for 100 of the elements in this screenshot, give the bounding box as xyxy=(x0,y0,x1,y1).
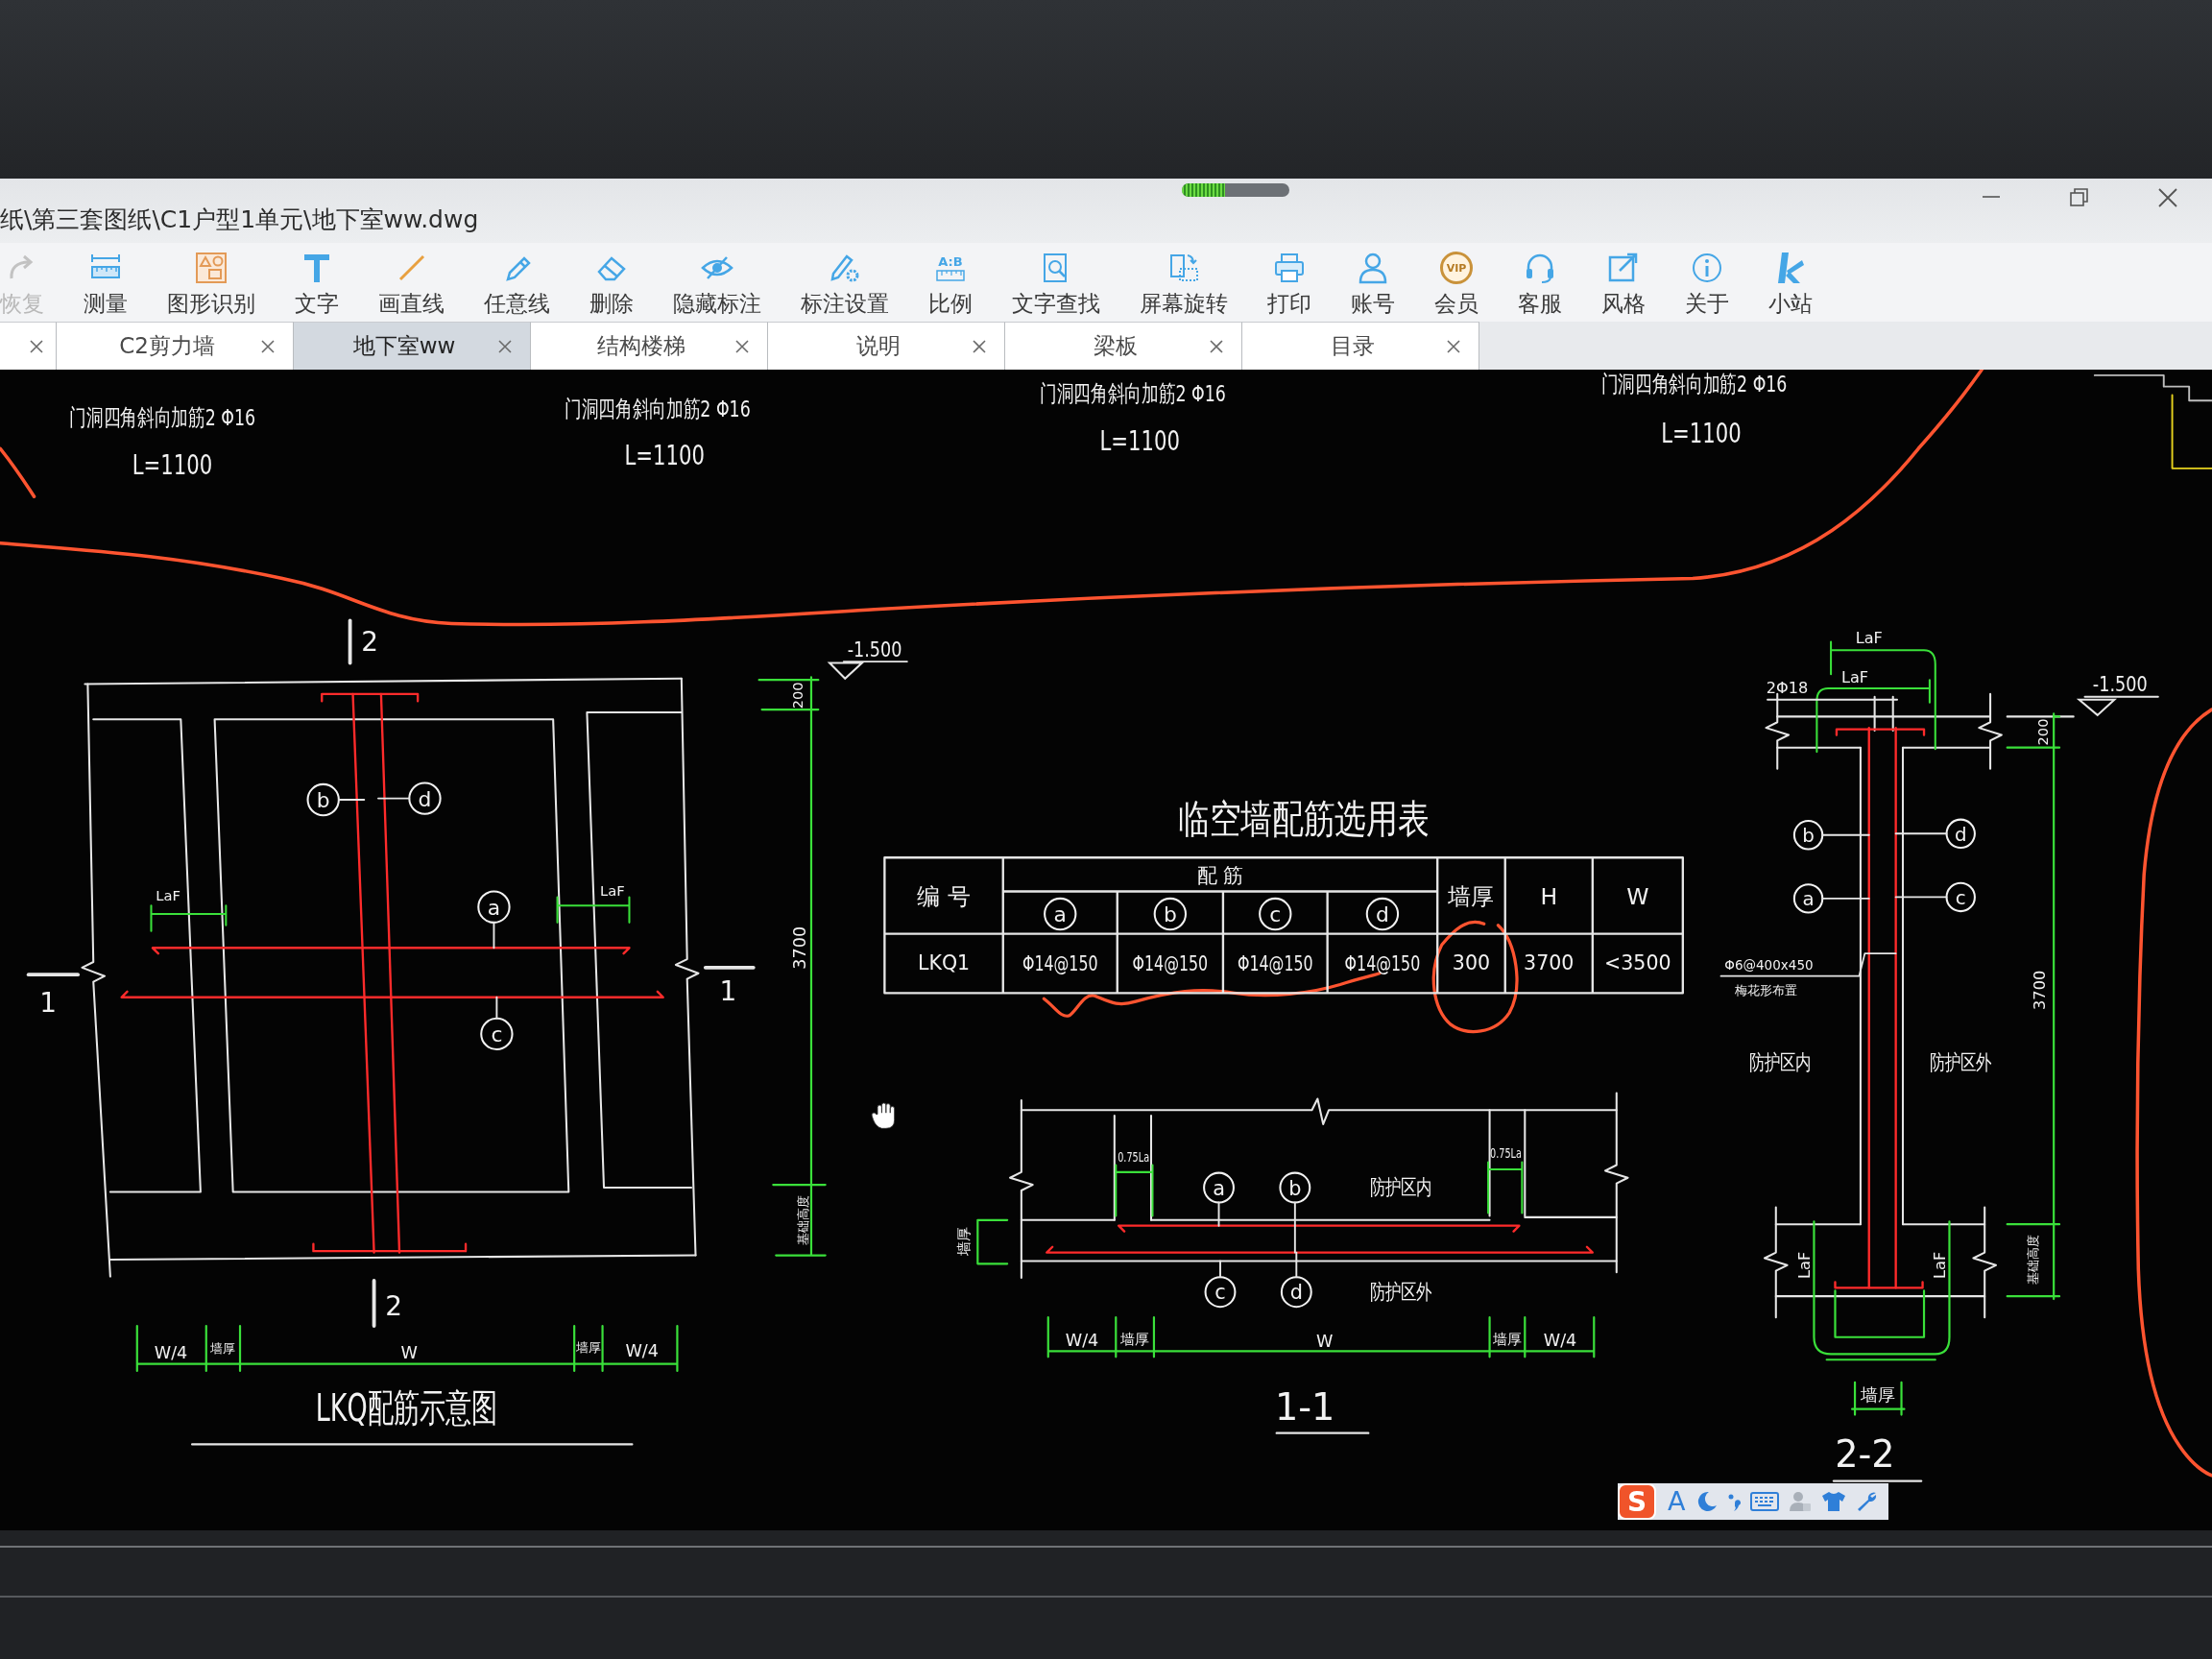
section-number: 1 xyxy=(39,987,58,1020)
toolbar-button[interactable]: 任意线 xyxy=(484,250,550,319)
close-icon[interactable] xyxy=(972,338,987,354)
leader-line xyxy=(377,797,411,800)
dimension-label: W/4 xyxy=(1065,1330,1099,1350)
ime-logo[interactable]: S xyxy=(1618,1483,1656,1520)
close-icon[interactable] xyxy=(260,338,276,354)
rebar-callout: b xyxy=(1153,897,1188,931)
toolbar-button[interactable]: 删除 xyxy=(589,250,634,319)
rebar-callout: d xyxy=(408,781,442,815)
dimension-label: LaF xyxy=(1930,1251,1949,1279)
section-mark-line xyxy=(703,965,756,970)
toolbar-button[interactable]: 关于 xyxy=(1685,250,1729,319)
dimension-label: 墙厚 xyxy=(1120,1330,1150,1347)
tab[interactable]: 目录 xyxy=(1242,322,1479,370)
section-number: 2 xyxy=(385,1289,403,1322)
dimension-label: 基础高度 xyxy=(795,1194,810,1245)
leader-line xyxy=(1894,832,1948,835)
printer-icon[interactable] xyxy=(1272,251,1307,285)
tab[interactable] xyxy=(0,322,57,370)
ruler-icon[interactable] xyxy=(936,269,965,281)
toolbar-button[interactable]: 测量 xyxy=(84,250,128,319)
tab[interactable]: 结构楼梯 xyxy=(531,322,768,370)
dimension-label: W xyxy=(1316,1332,1334,1352)
column-header: H xyxy=(1540,883,1558,911)
toolbar-button[interactable]: 小站 xyxy=(1768,250,1813,319)
leader-line xyxy=(1821,897,1870,900)
rebar-callout: c xyxy=(1204,1276,1237,1309)
table-cell: Φ14@150 xyxy=(1237,951,1313,975)
toolbar-button[interactable]: 画直线 xyxy=(378,250,445,319)
tab[interactable]: 梁板 xyxy=(1005,322,1242,370)
shapes-icon[interactable] xyxy=(194,251,228,285)
elevation-label: -1.500 xyxy=(2092,671,2148,697)
window-title: 纸\第三套图纸\C1户型1单元\地下室ww.dwg xyxy=(0,204,480,235)
toolbar-button[interactable]: 隐藏标注 xyxy=(673,250,761,319)
zone-label: 防护区外 xyxy=(1930,1049,1992,1075)
toolbar-button[interactable]: A:B 比例 xyxy=(928,250,973,319)
close-icon[interactable] xyxy=(1209,338,1224,354)
table-cell: 3700 xyxy=(1524,951,1575,975)
drawing-title: 1-1 xyxy=(1274,1386,1335,1430)
section-mark-line xyxy=(348,618,352,665)
dimension-label: W/4 xyxy=(154,1342,188,1362)
tab[interactable]: 说明 xyxy=(768,322,1005,370)
column-header: W xyxy=(1626,883,1649,911)
dimension-label: 200 xyxy=(2033,718,2051,746)
keyboard-icon[interactable] xyxy=(1750,1491,1780,1512)
dimension-label: 3700 xyxy=(790,926,810,970)
length-note: L=1100 xyxy=(624,440,705,471)
toolbar-button[interactable]: VIP 会员 xyxy=(1434,250,1479,319)
rebar-callout: b xyxy=(1279,1171,1311,1204)
zone-label: 防护区内 xyxy=(1748,1049,1812,1075)
rebar-note: Φ6@400x450 xyxy=(1724,956,1814,974)
tab[interactable]: C2剪力墙 xyxy=(57,322,294,370)
toolbar-button[interactable]: 屏幕旋转 xyxy=(1140,250,1228,319)
toolbar-button[interactable]: 风格 xyxy=(1601,250,1646,319)
toolbar-button[interactable]: 图形识别 xyxy=(167,250,255,319)
section-number: 1 xyxy=(719,975,737,1008)
toolbar-button[interactable]: 文字 xyxy=(295,250,339,319)
person-icon[interactable] xyxy=(1789,1490,1813,1513)
info-icon[interactable] xyxy=(1690,251,1724,285)
rebar-note: 门洞四角斜向加筋2 Φ16 xyxy=(1040,380,1226,407)
close-icon[interactable] xyxy=(29,338,44,354)
shirt-icon[interactable] xyxy=(1821,1491,1847,1512)
dimension-label: 0.75La xyxy=(1118,1147,1150,1166)
dimension-line xyxy=(1487,1161,1524,1214)
toolbar-button[interactable]: 打印 xyxy=(1267,250,1311,319)
rebar-callout: b xyxy=(306,782,340,817)
close-icon[interactable] xyxy=(734,338,750,354)
dimension-label: LaF xyxy=(156,887,180,904)
elevation-label: -1.500 xyxy=(847,636,902,662)
toolbar-button[interactable]: 客服 xyxy=(1518,250,1562,319)
moon-icon[interactable] xyxy=(1696,1491,1719,1512)
leader-line xyxy=(1219,1260,1221,1279)
close-icon[interactable] xyxy=(2157,187,2178,208)
dimension-label: 墙厚 xyxy=(575,1339,601,1355)
leader-line xyxy=(1894,896,1948,899)
tab[interactable]: 地下室ww xyxy=(294,322,531,370)
rebar-note: 门洞四角斜向加筋2 Φ16 xyxy=(1600,371,1788,397)
toolbar-button[interactable]: 标注设置 xyxy=(801,250,889,319)
section-number: 2 xyxy=(361,626,379,658)
rebar-callout: b xyxy=(1792,820,1824,851)
length-note: L=1100 xyxy=(1661,417,1742,449)
length-note: L=1100 xyxy=(132,449,213,482)
ratio-label: A:B xyxy=(938,254,963,269)
toolbar-button[interactable]: 账号 xyxy=(1351,250,1395,319)
section-mark-line xyxy=(26,973,80,977)
dimension-label: 墙厚 xyxy=(1492,1330,1522,1347)
drawing-title: LKQ配筋示意图 xyxy=(315,1385,497,1430)
restore-icon[interactable] xyxy=(2069,187,2090,208)
close-icon[interactable] xyxy=(497,338,513,354)
column-header: 配 筋 xyxy=(1196,864,1244,888)
dimension-label: LaF xyxy=(1794,1251,1814,1279)
dimension-line xyxy=(1115,1164,1154,1217)
dimension-label: 200 xyxy=(788,682,805,709)
dimension-label: W/4 xyxy=(625,1341,659,1361)
column-header: 墙厚 xyxy=(1448,883,1495,911)
dimension-label: W/4 xyxy=(1543,1330,1577,1350)
leader-line xyxy=(493,921,495,950)
toolbar-button[interactable]: 文字查找 xyxy=(1012,250,1100,319)
close-icon[interactable] xyxy=(1446,338,1461,354)
